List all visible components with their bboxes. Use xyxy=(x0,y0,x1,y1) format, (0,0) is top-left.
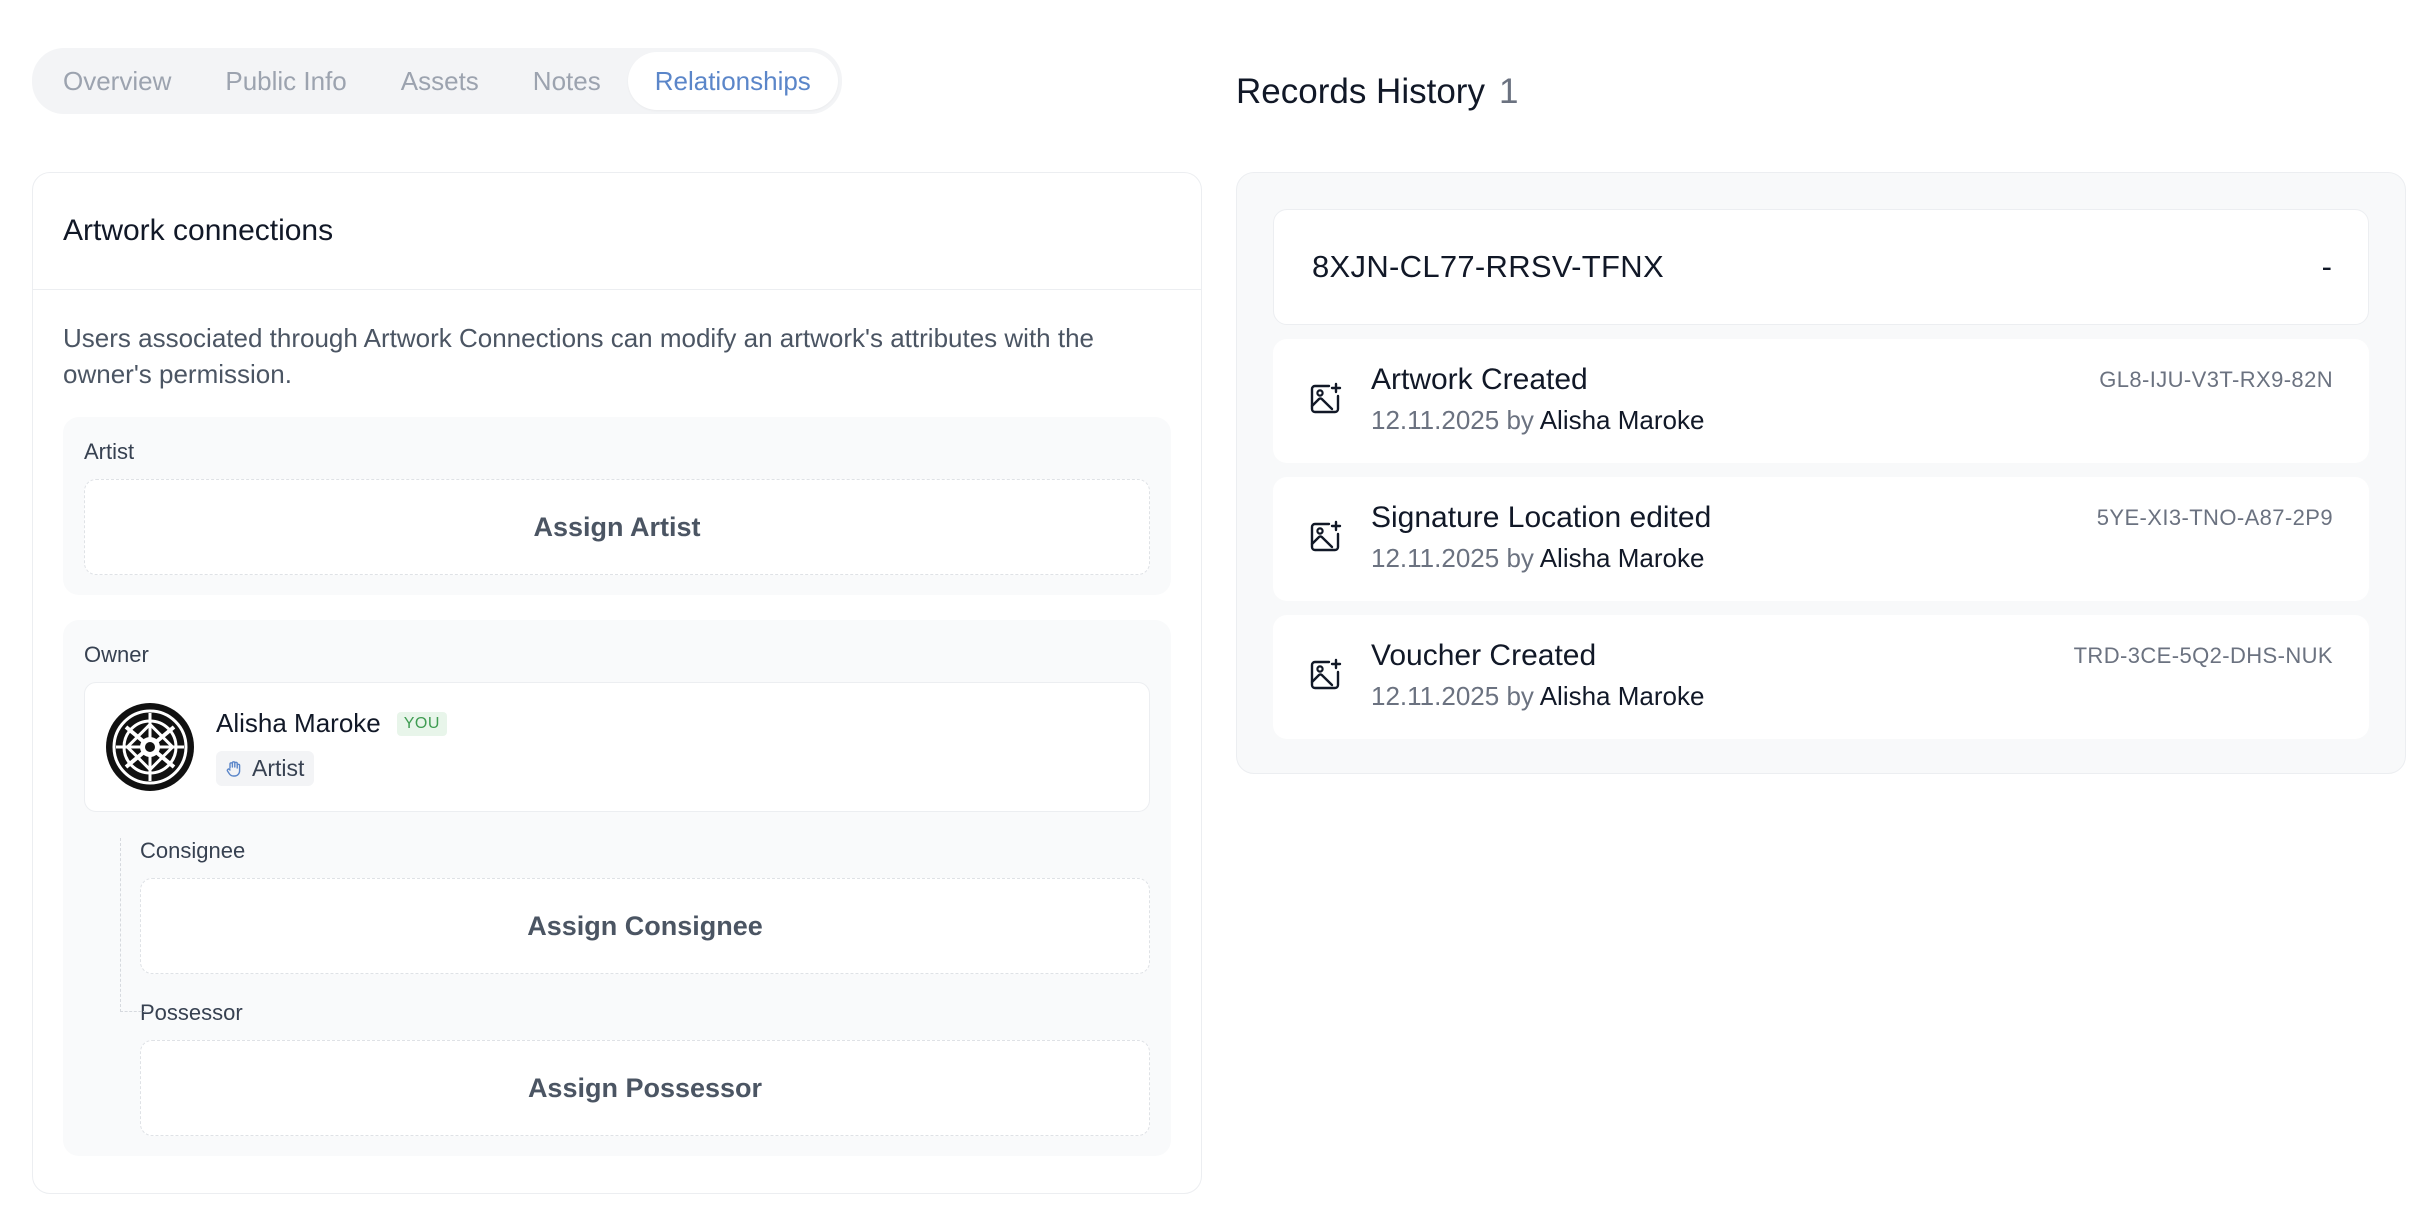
possessor-label: Possessor xyxy=(140,1000,243,1025)
records-history-panel: 8XJN-CL77-RRSV-TFNX - Artwork Created 12… xyxy=(1236,172,2406,774)
assign-possessor-button[interactable]: Assign Possessor xyxy=(140,1040,1150,1136)
history-event[interactable]: Voucher Created 12.11.2025 by Alisha Mar… xyxy=(1273,615,2369,739)
card-body: Users associated through Artwork Connect… xyxy=(33,290,1201,1156)
event-date: 12.11.2025 xyxy=(1371,681,1500,711)
tree-connector xyxy=(120,838,146,1012)
history-event[interactable]: Signature Location edited 12.11.2025 by … xyxy=(1273,477,2369,601)
artist-label: Artist xyxy=(84,439,135,464)
records-history-count: 1 xyxy=(1498,72,1519,111)
owner-section: Owner Alisha Maroke YOU Artist Consignee… xyxy=(63,620,1171,1156)
page: Overview Public Info Assets Notes Relati… xyxy=(0,0,2432,1210)
role-chip: Artist xyxy=(216,751,315,786)
avatar xyxy=(106,703,194,791)
event-meta: 12.11.2025 by Alisha Maroke xyxy=(1371,543,1711,574)
record-id: 8XJN-CL77-RRSV-TFNX xyxy=(1312,249,1664,284)
event-main: Signature Location edited 12.11.2025 by … xyxy=(1371,501,1711,574)
records-history-title: Records History xyxy=(1236,72,1485,111)
card-title: Artwork connections xyxy=(63,214,334,247)
event-meta: 12.11.2025 by Alisha Maroke xyxy=(1371,405,1704,436)
owner-label: Owner xyxy=(84,642,149,667)
hand-icon xyxy=(226,760,241,777)
event-code: TRD-3CE-5Q2-DHS-NUK xyxy=(2073,643,2333,668)
you-badge: YOU xyxy=(396,711,447,736)
owner-name: Alisha Maroke xyxy=(216,708,381,738)
event-date: 12.11.2025 xyxy=(1371,405,1500,435)
tab-public-info[interactable]: Public Info xyxy=(198,52,373,110)
event-meta: 12.11.2025 by Alisha Maroke xyxy=(1371,681,1704,712)
image-plus-icon xyxy=(1310,382,1342,414)
image-plus-icon xyxy=(1310,520,1342,552)
event-by: by xyxy=(1506,543,1534,573)
event-title: Artwork Created xyxy=(1371,363,1588,396)
record-value: - xyxy=(2321,249,2332,284)
records-history-heading: Records History 1 xyxy=(1236,72,2406,124)
connections-description: Users associated through Artwork Connect… xyxy=(63,323,1094,389)
tab-bar: Overview Public Info Assets Notes Relati… xyxy=(32,48,842,114)
event-code: GL8-IJU-V3T-RX9-82N xyxy=(2099,367,2333,392)
owner-info: Alisha Maroke YOU Artist xyxy=(216,708,447,786)
role-label: Artist xyxy=(252,755,305,781)
event-user: Alisha Maroke xyxy=(1539,405,1705,435)
owner-name-line: Alisha Maroke YOU xyxy=(216,708,447,739)
event-main: Artwork Created 12.11.2025 by Alisha Mar… xyxy=(1371,363,1704,436)
event-title: Voucher Created xyxy=(1371,639,1597,672)
owner-card[interactable]: Alisha Maroke YOU Artist xyxy=(84,682,1150,812)
event-title: Signature Location edited xyxy=(1371,501,1712,534)
record-id-row[interactable]: 8XJN-CL77-RRSV-TFNX - xyxy=(1273,209,2369,325)
relationships-column: Overview Public Info Assets Notes Relati… xyxy=(32,48,1202,1194)
owner-sub-roles: Consignee Assign Consignee Possessor Ass… xyxy=(84,838,1150,1136)
event-user: Alisha Maroke xyxy=(1539,681,1705,711)
assign-artist-button[interactable]: Assign Artist xyxy=(84,479,1150,575)
card-header: Artwork connections xyxy=(33,173,1201,290)
artwork-connections-card: Artwork connections Users associated thr… xyxy=(32,172,1202,1194)
event-by: by xyxy=(1506,681,1534,711)
event-main: Voucher Created 12.11.2025 by Alisha Mar… xyxy=(1371,639,1704,712)
artist-section: Artist Assign Artist xyxy=(63,417,1171,595)
tab-overview[interactable]: Overview xyxy=(36,52,198,110)
history-event[interactable]: Artwork Created 12.11.2025 by Alisha Mar… xyxy=(1273,339,2369,463)
image-plus-icon xyxy=(1310,658,1342,690)
assign-consignee-button[interactable]: Assign Consignee xyxy=(140,878,1150,974)
tab-notes[interactable]: Notes xyxy=(506,52,628,110)
event-code: 5YE-XI3-TNO-A87-2P9 xyxy=(2096,505,2333,530)
event-date: 12.11.2025 xyxy=(1371,543,1500,573)
event-by: by xyxy=(1506,405,1534,435)
tab-relationships[interactable]: Relationships xyxy=(627,52,838,110)
event-user: Alisha Maroke xyxy=(1539,543,1705,573)
consignee-label: Consignee xyxy=(140,838,246,863)
tab-assets[interactable]: Assets xyxy=(374,52,506,110)
records-history-column: Records History 1 8XJN-CL77-RRSV-TFNX - … xyxy=(1236,72,2406,774)
